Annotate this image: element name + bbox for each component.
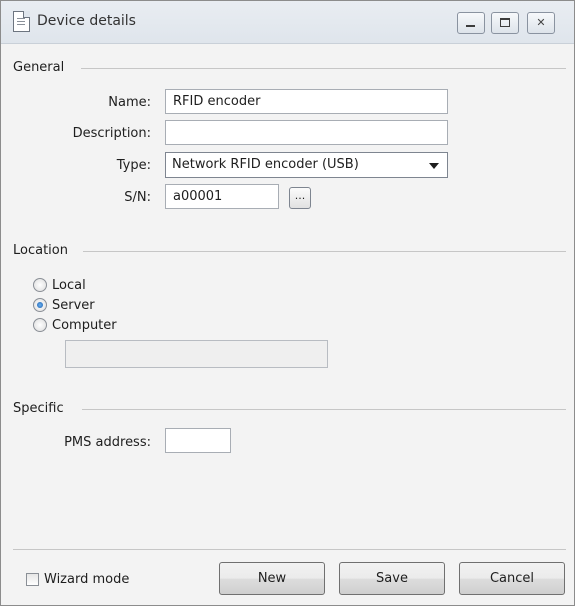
radio-server-label: Server	[52, 297, 95, 313]
pms-address-input[interactable]	[165, 428, 231, 453]
radio-server[interactable]: Server	[33, 296, 95, 314]
type-select[interactable]: Network RFID encoder (USB)	[165, 152, 448, 178]
chevron-down-icon	[429, 163, 439, 169]
minimize-button[interactable]	[457, 12, 485, 34]
save-button[interactable]: Save	[339, 562, 445, 595]
pms-address-label: PMS address:	[64, 435, 151, 450]
wizard-mode-label[interactable]: Wizard mode	[44, 572, 129, 587]
description-label: Description:	[72, 126, 151, 141]
name-input[interactable]	[165, 89, 448, 114]
sn-browse-button[interactable]: ...	[289, 187, 311, 209]
radio-computer-label: Computer	[52, 317, 117, 333]
general-divider	[81, 68, 566, 69]
cancel-button[interactable]: Cancel	[459, 562, 565, 595]
radio-local[interactable]: Local	[33, 276, 86, 294]
type-label: Type:	[116, 158, 151, 173]
computer-input[interactable]	[65, 340, 328, 368]
general-heading: General	[13, 60, 65, 75]
footer-divider	[13, 549, 566, 550]
maximize-button[interactable]	[491, 12, 519, 34]
radio-local-icon	[33, 278, 47, 292]
radio-computer[interactable]: Computer	[33, 316, 117, 334]
location-divider	[83, 251, 566, 252]
wizard-mode-checkbox[interactable]	[26, 573, 39, 586]
radio-computer-icon	[33, 318, 47, 332]
type-select-value: Network RFID encoder (USB)	[172, 157, 359, 172]
sn-label: S/N:	[124, 190, 151, 205]
document-icon	[13, 11, 30, 32]
title-bar[interactable]: Device details ✕	[1, 1, 574, 44]
radio-server-icon	[33, 298, 47, 312]
specific-divider	[82, 409, 566, 410]
location-heading: Location	[13, 243, 68, 258]
specific-heading: Specific	[13, 401, 64, 416]
description-input[interactable]	[165, 120, 448, 145]
device-details-dialog: Device details ✕ General Name: Descripti…	[0, 0, 575, 606]
radio-local-label: Local	[52, 277, 86, 293]
name-label: Name:	[108, 95, 151, 110]
sn-input[interactable]	[165, 184, 279, 209]
new-button[interactable]: New	[219, 562, 325, 595]
window-title: Device details	[37, 13, 136, 29]
close-button[interactable]: ✕	[527, 12, 555, 34]
